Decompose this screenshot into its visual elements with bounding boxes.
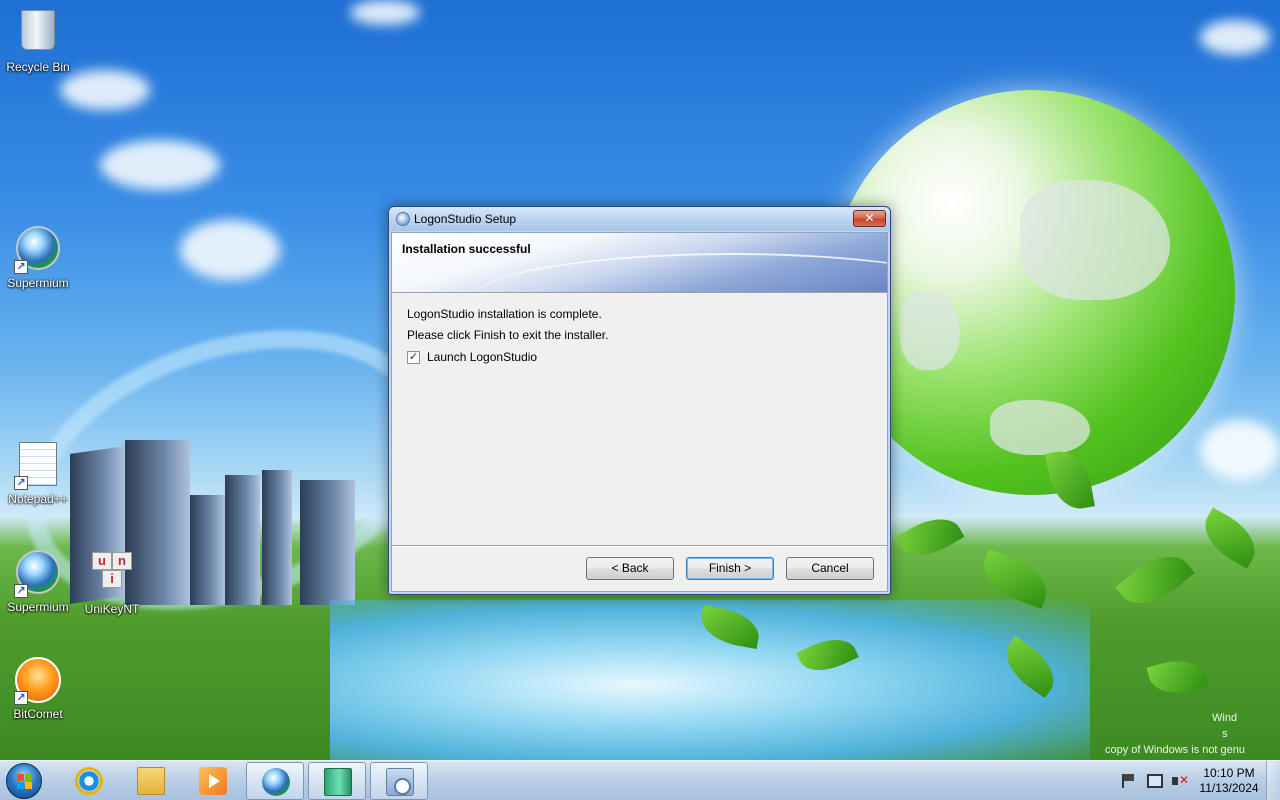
desktop-icon-bitcomet[interactable]: ↗ BitComet <box>1 656 75 721</box>
shortcut-arrow-icon: ↗ <box>14 584 28 598</box>
desktop-icon-recycle-bin[interactable]: Recycle Bin <box>1 6 75 74</box>
dialog-banner: Installation successful <box>392 233 887 293</box>
windows-logo-icon <box>17 774 33 790</box>
unikey-key-n-icon: n <box>112 552 132 570</box>
file-explorer-icon <box>137 767 165 795</box>
taskbar-supermium[interactable] <box>246 762 304 800</box>
wallpaper-cloud <box>350 0 420 25</box>
wallpaper-building <box>262 470 292 605</box>
wallpaper-cloud <box>1200 20 1270 55</box>
completion-message: LogonStudio installation is complete. <box>407 307 602 321</box>
taskbar-internet-explorer[interactable] <box>60 762 118 800</box>
desktop-icon-supermium[interactable]: ↗ Supermium <box>1 224 75 290</box>
volume-muted-icon[interactable] <box>1172 773 1189 788</box>
desktop-icon-label: Recycle Bin <box>6 60 70 74</box>
finish-instruction: Please click Finish to exit the installe… <box>407 328 609 342</box>
desktop-icon-label: UniKeyNT <box>84 602 140 616</box>
button-separator <box>392 545 887 547</box>
shortcut-arrow-icon: ↗ <box>14 260 28 274</box>
setup-dialog: LogonStudio Setup ✕ Installation success… <box>388 206 891 595</box>
back-button[interactable]: < Back <box>586 557 674 580</box>
supermium-icon: ↗ <box>14 550 62 598</box>
desktop-icon-label: Supermium <box>7 600 69 614</box>
clock-date: 11/13/2024 <box>1199 781 1259 795</box>
unikey-icon: u n i <box>88 552 136 600</box>
taskbar-clock[interactable]: 10:10 PM 11/13/2024 <box>1196 766 1262 796</box>
unikey-key-u-icon: u <box>92 552 112 570</box>
dialog-titlebar[interactable]: LogonStudio Setup ✕ <box>389 207 890 231</box>
bitcomet-icon: ↗ <box>14 657 62 705</box>
wallpaper-leaf <box>895 507 965 567</box>
wallpaper-cloud <box>180 220 280 280</box>
dialog-client-area: Installation successful LogonStudio inst… <box>391 232 888 592</box>
desktop-icon-label: Notepad++ <box>8 492 68 506</box>
wallpaper-leaf <box>1115 542 1195 618</box>
taskbar: 10:10 PM 11/13/2024 <box>0 760 1280 800</box>
start-button[interactable] <box>6 763 42 799</box>
wallpaper-leaf <box>1146 653 1209 701</box>
banner-title: Installation successful <box>402 242 531 256</box>
activation-watermark-line2: s <box>1222 728 1228 740</box>
globe-continent <box>1020 180 1170 300</box>
desktop-icon-notepad-plus-plus[interactable]: ↗ Notepad++ <box>1 440 75 506</box>
wallpaper-building <box>300 480 355 605</box>
supermium-icon <box>262 768 290 796</box>
show-desktop-button[interactable] <box>1266 761 1280 800</box>
globe-continent <box>900 290 960 370</box>
activation-watermark-line1: Wind <box>1212 712 1238 724</box>
internet-explorer-icon <box>75 767 103 795</box>
clock-time: 10:10 PM <box>1203 766 1255 780</box>
dialog-title: LogonStudio Setup <box>414 212 517 226</box>
wallpaper-cloud <box>60 70 150 110</box>
shortcut-arrow-icon: ↗ <box>14 476 28 490</box>
desktop-icon-unikeynt[interactable]: u n i UniKeyNT <box>75 548 149 616</box>
launch-checkbox[interactable]: ✓ <box>407 351 420 364</box>
setup-app-icon <box>396 212 410 226</box>
desktop-icon-label: BitComet <box>13 707 63 721</box>
close-button[interactable]: ✕ <box>853 210 886 227</box>
setup-installer-icon <box>386 768 414 796</box>
desktop-icon-supermium-2[interactable]: ↗ Supermium <box>1 548 75 614</box>
recycle-bin-icon <box>14 10 62 58</box>
supermium-icon: ↗ <box>14 226 62 274</box>
desktop-icon-label: Supermium <box>7 276 69 290</box>
wallpaper-cloud <box>100 140 220 190</box>
unikey-key-i-icon: i <box>102 570 122 588</box>
cancel-button[interactable]: Cancel <box>786 557 874 580</box>
action-center-flag-icon[interactable] <box>1122 774 1138 788</box>
network-icon[interactable] <box>1147 774 1163 788</box>
notepad-plus-plus-icon: ↗ <box>14 442 62 490</box>
globe-continent <box>990 400 1090 455</box>
taskbar-book-app[interactable] <box>308 762 366 800</box>
wallpaper-cloud <box>1200 420 1280 480</box>
shortcut-arrow-icon: ↗ <box>14 691 28 705</box>
launch-checkbox-label[interactable]: Launch LogonStudio <box>427 350 537 364</box>
activation-watermark-line3: copy of Windows is not genu <box>1105 744 1246 756</box>
wallpaper-leaf <box>1195 507 1265 569</box>
book-app-icon <box>324 768 352 796</box>
finish-button[interactable]: Finish > <box>686 557 774 580</box>
taskbar-logonstudio-setup[interactable] <box>370 762 428 800</box>
taskbar-media-player[interactable] <box>184 762 242 800</box>
media-player-icon <box>199 767 227 795</box>
wallpaper-building <box>190 495 225 605</box>
taskbar-file-explorer[interactable] <box>122 762 180 800</box>
wallpaper-building <box>225 475 260 605</box>
